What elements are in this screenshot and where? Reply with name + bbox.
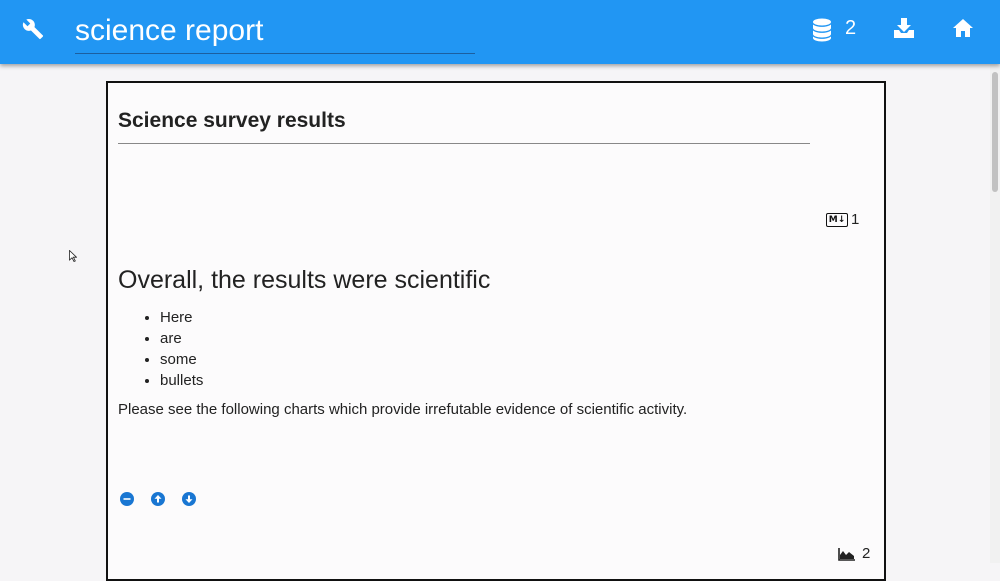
wrench-icon[interactable] [22, 18, 44, 40]
markdown-icon: M↓ [826, 212, 848, 227]
remove-cell-icon[interactable] [120, 492, 134, 506]
page-scrollbar[interactable] [990, 64, 1000, 563]
chart-cell-badge: 2 [838, 545, 870, 562]
move-up-icon[interactable] [151, 492, 165, 506]
cell-index: 1 [851, 211, 860, 228]
document-title[interactable]: Science survey results [118, 109, 810, 144]
scrollbar-thumb[interactable] [992, 72, 998, 192]
database-icon[interactable] [812, 18, 832, 42]
mouse-cursor-icon [69, 250, 77, 262]
move-down-icon[interactable] [182, 492, 196, 506]
section-heading: Overall, the results were scientific [118, 266, 491, 294]
list-item: Here [160, 307, 203, 328]
download-icon[interactable] [893, 17, 915, 39]
list-item: bullets [160, 370, 203, 391]
dataset-count: 2 [845, 17, 857, 39]
cell-controls [120, 492, 196, 506]
bullet-list: Here are some bullets [118, 307, 203, 391]
app-bar: 2 [0, 0, 1000, 64]
area-chart-icon [838, 547, 855, 561]
home-icon[interactable] [952, 18, 974, 38]
report-title-input[interactable] [75, 12, 475, 54]
list-item: some [160, 349, 203, 370]
report-document: Science survey results M↓ 1 Overall, the… [106, 81, 886, 581]
cell-index: 2 [862, 545, 871, 562]
list-item: are [160, 328, 203, 349]
markdown-cell-badge: M↓ 1 [826, 211, 859, 228]
body-paragraph: Please see the following charts which pr… [118, 401, 688, 418]
